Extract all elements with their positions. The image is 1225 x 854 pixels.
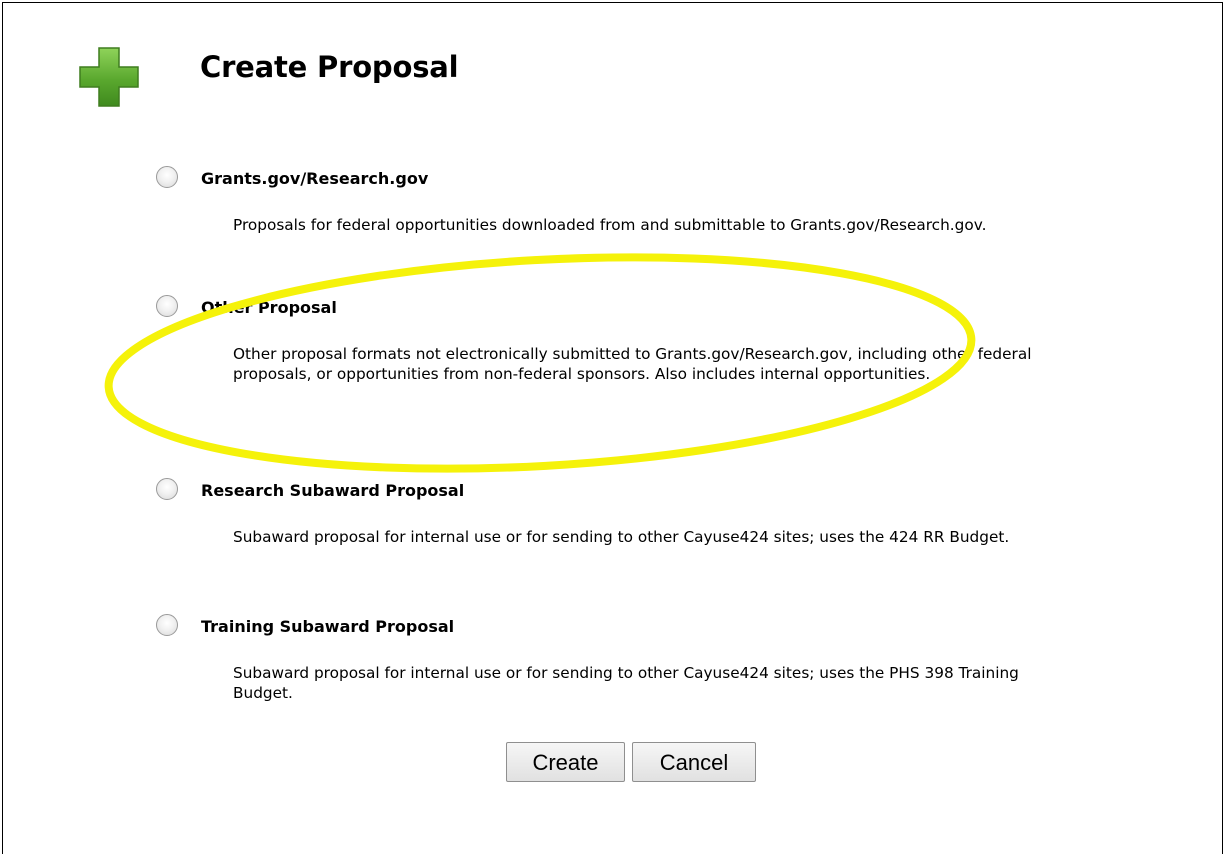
option-description: Other proposal formats not electronicall… [233,345,1032,383]
option-label: Other Proposal [201,298,337,317]
option-label: Research Subaward Proposal [201,481,465,500]
option-description: Subaward proposal for internal use or fo… [233,528,1010,546]
page-title: Create Proposal [200,50,459,84]
plus-icon [79,47,139,107]
option-label: Grants.gov/Research.gov [201,169,429,188]
radio-training-subaward[interactable] [156,614,178,636]
radio-grants-gov[interactable] [156,166,178,188]
option-description: Proposals for federal opportunities down… [233,216,987,234]
option-description: Subaward proposal for internal use or fo… [233,664,1019,702]
radio-research-subaward[interactable] [156,478,178,500]
option-research-subaward: Research Subaward Proposal Subaward prop… [156,478,1056,578]
option-label: Training Subaward Proposal [201,617,455,636]
create-button[interactable]: Create [506,742,625,782]
radio-other-proposal[interactable] [156,295,178,317]
option-training-subaward: Training Subaward Proposal Subaward prop… [156,614,1056,714]
option-grants-gov: Grants.gov/Research.gov Proposals for fe… [156,166,1056,266]
cancel-button[interactable]: Cancel [632,742,756,782]
option-other-proposal: Other Proposal Other proposal formats no… [156,295,1056,445]
